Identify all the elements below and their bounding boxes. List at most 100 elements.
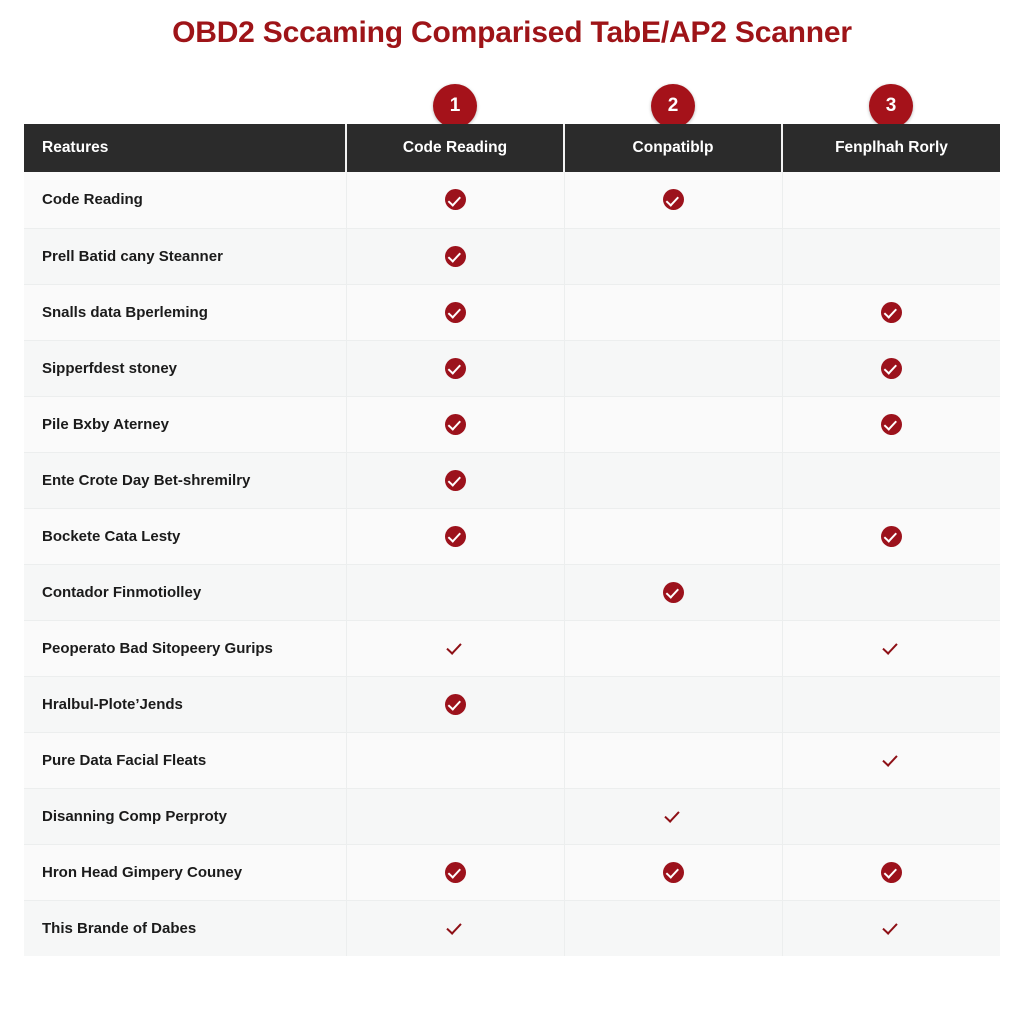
- table-row: Pile Bxby Aterney: [24, 396, 1000, 453]
- check-circle-icon: [444, 469, 466, 491]
- support-cell: [782, 844, 1000, 901]
- table-row: Contador Finmotiolley: [24, 564, 1000, 621]
- check-circle-icon: [444, 525, 466, 547]
- table-header: Reatures Code Reading Conpatiblp Fenplhah R…: [24, 124, 1000, 172]
- check-circle-icon: [444, 357, 466, 379]
- feature-label: Hron Head Gimpery Couney: [24, 844, 347, 901]
- check-circle-icon: [444, 413, 466, 435]
- check-circle-icon: [880, 525, 902, 547]
- check-circle-icon: [662, 861, 684, 883]
- table-row: Disanning Comp Perproty: [24, 788, 1000, 845]
- support-cell: [564, 340, 783, 397]
- feature-label: Code Reading: [24, 172, 347, 229]
- support-cell: [782, 172, 1000, 229]
- check-circle-icon: [444, 693, 466, 715]
- check-circle-icon: [880, 861, 902, 883]
- support-cell: [564, 284, 783, 341]
- column-header-3[interactable]: Fenplhah Rorly: [782, 124, 1000, 172]
- table-header-row: Reatures Code Reading Conpatiblp Fenplhah R…: [24, 124, 1000, 172]
- check-icon: [882, 752, 900, 768]
- table-row: Pure Data Facial Fleats: [24, 732, 1000, 789]
- table-row: Code Reading: [24, 172, 1000, 229]
- support-cell: [346, 228, 565, 285]
- column-header-2[interactable]: Conpatiblp: [564, 124, 783, 172]
- check-icon: [446, 920, 464, 936]
- table-body: Code Reading Prell Batid cany Steanner Sna…: [24, 172, 1000, 956]
- support-cell: [346, 732, 565, 789]
- column-badge-row: 1 2 3: [24, 84, 1000, 128]
- support-cell: [346, 508, 565, 565]
- table-row: Peoperato Bad Sitopeery Gurips: [24, 620, 1000, 677]
- page-title: OBD2 Sccaming Comparised TabE/AP2 Scanne…: [172, 16, 852, 49]
- support-cell: [782, 732, 1000, 789]
- check-circle-icon: [880, 413, 902, 435]
- support-cell: [346, 620, 565, 677]
- support-cell: [782, 900, 1000, 956]
- feature-label: Pile Bxby Aterney: [24, 396, 347, 453]
- support-cell: [782, 452, 1000, 509]
- table-row: Ente Crote Day Bet-shremilry: [24, 452, 1000, 509]
- support-cell: [564, 788, 783, 845]
- support-cell: [782, 284, 1000, 341]
- support-cell: [782, 228, 1000, 285]
- feature-label: Contador Finmotiolley: [24, 564, 347, 621]
- comparison-table: Reatures Code Reading Conpatiblp Fenplhah R…: [24, 124, 1000, 956]
- column-badge-1: 1: [433, 84, 477, 128]
- column-header-0[interactable]: Reatures: [24, 124, 347, 172]
- table-row: Hron Head Gimpery Couney: [24, 844, 1000, 901]
- support-cell: [346, 844, 565, 901]
- support-cell: [346, 676, 565, 733]
- support-cell: [564, 228, 783, 285]
- feature-label: Peoperato Bad Sitopeery Gurips: [24, 620, 347, 677]
- check-icon: [446, 640, 464, 656]
- support-cell: [782, 508, 1000, 565]
- feature-label: This Brande of Dabes: [24, 900, 347, 956]
- feature-label: Ente Crote Day Bet-shremilry: [24, 452, 347, 509]
- table-row: Sipperfdest stoney: [24, 340, 1000, 397]
- support-cell: [346, 564, 565, 621]
- column-badge-3: 3: [869, 84, 913, 128]
- support-cell: [564, 564, 783, 621]
- check-circle-icon: [662, 581, 684, 603]
- feature-label: Sipperfdest stoney: [24, 340, 347, 397]
- table-row: Hralbul-Plote’Jends: [24, 676, 1000, 733]
- table-row: Bockete Cata Lesty: [24, 508, 1000, 565]
- check-icon: [882, 640, 900, 656]
- support-cell: [564, 676, 783, 733]
- feature-label: Bockete Cata Lesty: [24, 508, 347, 565]
- table-row: This Brande of Dabes: [24, 900, 1000, 956]
- check-circle-icon: [444, 301, 466, 323]
- feature-label: Pure Data Facial Fleats: [24, 732, 347, 789]
- support-cell: [564, 620, 783, 677]
- support-cell: [564, 452, 783, 509]
- table-row: Prell Batid cany Steanner: [24, 228, 1000, 285]
- feature-label: Hralbul-Plote’Jends: [24, 676, 347, 733]
- comparison-table-page: OBD2 Sccaming Comparised TabE/AP2 Scanne…: [0, 0, 1024, 1024]
- check-circle-icon: [662, 189, 684, 211]
- support-cell: [564, 732, 783, 789]
- table-row: Snalls data Bperleming: [24, 284, 1000, 341]
- column-badge-2: 2: [651, 84, 695, 128]
- column-header-1[interactable]: Code Reading: [346, 124, 565, 172]
- support-cell: [564, 172, 783, 229]
- support-cell: [564, 508, 783, 565]
- support-cell: [346, 396, 565, 453]
- check-circle-icon: [444, 189, 466, 211]
- feature-label: Snalls data Bperleming: [24, 284, 347, 341]
- support-cell: [346, 340, 565, 397]
- support-cell: [346, 172, 565, 229]
- support-cell: [782, 676, 1000, 733]
- support-cell: [346, 452, 565, 509]
- feature-label: Disanning Comp Perproty: [24, 788, 347, 845]
- support-cell: [346, 788, 565, 845]
- support-cell: [782, 396, 1000, 453]
- support-cell: [782, 340, 1000, 397]
- support-cell: [564, 900, 783, 956]
- check-circle-icon: [880, 357, 902, 379]
- support-cell: [564, 396, 783, 453]
- check-circle-icon: [880, 301, 902, 323]
- check-icon: [664, 808, 682, 824]
- support-cell: [782, 620, 1000, 677]
- support-cell: [782, 788, 1000, 845]
- check-circle-icon: [444, 245, 466, 267]
